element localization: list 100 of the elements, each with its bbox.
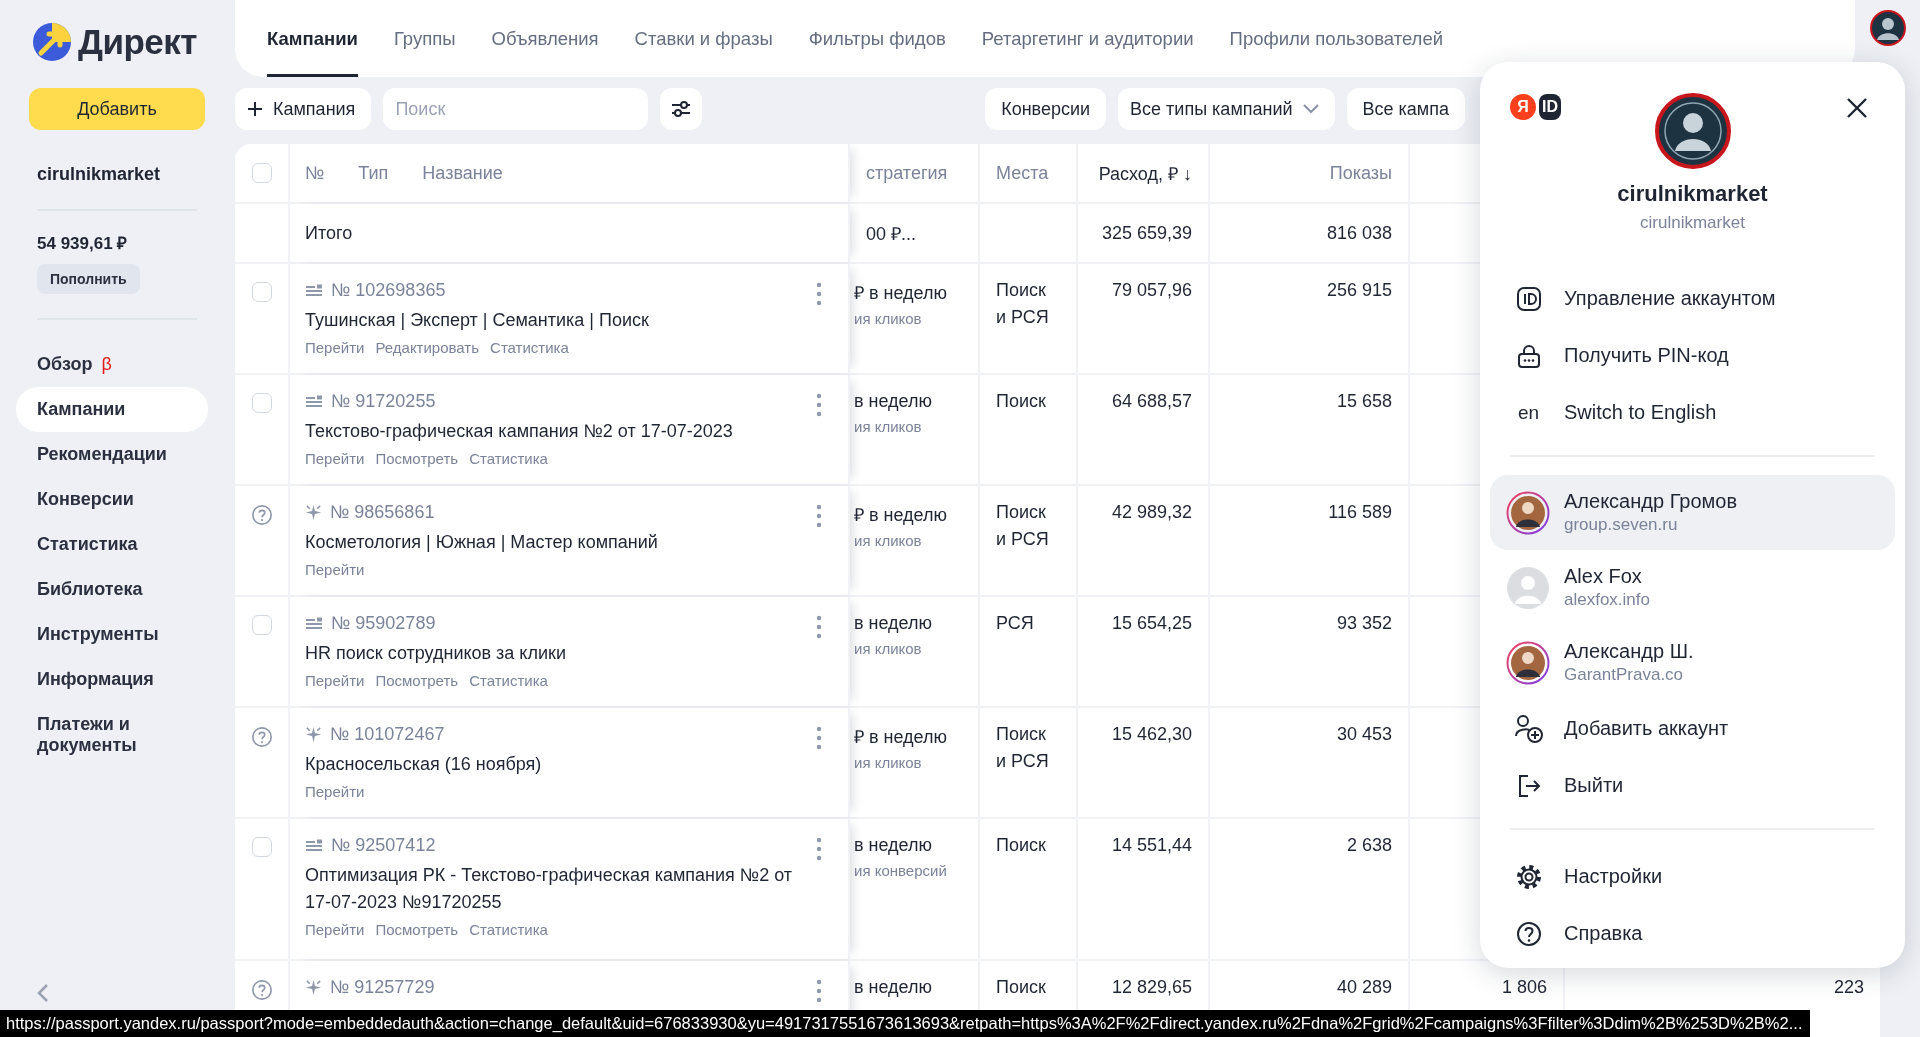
strategy-note: ия кликов: [854, 754, 923, 771]
help-icon[interactable]: [250, 979, 273, 1001]
nav-item[interactable]: Рекомендации: [16, 432, 208, 477]
account-domain: group.seven.ru: [1564, 515, 1679, 535]
add-user-icon: [1514, 713, 1544, 744]
account-name: Александр Ш.: [1564, 640, 1694, 663]
campaign-number: № 91257729: [330, 977, 435, 998]
table-cell-text: 00 ₽...: [866, 223, 918, 245]
table-cell-text: РСЯ: [996, 612, 1035, 635]
nav-item[interactable]: Платежи и документы: [16, 702, 208, 768]
table-cell: 325 659,39: [1101, 222, 1192, 244]
filter-button[interactable]: Все кампа: [1346, 88, 1465, 130]
nav-item[interactable]: Информация: [16, 657, 208, 702]
table-cell-text: Поиск и РСЯ: [996, 279, 1050, 329]
campaign-name: Текстово-графическая кампания №2 от 17-07-2023: [305, 420, 734, 443]
nav-item[interactable]: Конверсии: [16, 477, 208, 522]
checkbox[interactable]: [251, 163, 272, 183]
action-link[interactable]: Посмотреть: [375, 450, 459, 467]
campaign-number: № 98656861: [330, 502, 435, 523]
close-icon[interactable]: [1845, 96, 1869, 120]
action-link[interactable]: Статистика: [469, 921, 548, 938]
action-link[interactable]: Перейти: [305, 450, 365, 467]
table-cell: 12 829,65: [1111, 977, 1192, 998]
add-button[interactable]: Добавить: [29, 88, 205, 130]
menu-item[interactable]: Добавить аккаунт: [1490, 700, 1895, 757]
tab[interactable]: Кампании: [267, 0, 358, 77]
account-item[interactable]: Alex Fox alexfox.info: [1490, 550, 1895, 625]
action-link[interactable]: Статистика: [469, 672, 548, 689]
campaign-name: Красносельская (16 ноября): [305, 753, 543, 776]
campaign-number: № 95902789: [331, 613, 436, 634]
action-link[interactable]: Редактировать: [375, 339, 480, 356]
action-link[interactable]: Статистика: [490, 339, 569, 356]
more-icon[interactable]: [816, 504, 822, 528]
nav-item[interactable]: Инструменты: [16, 612, 208, 657]
more-icon[interactable]: [816, 726, 822, 750]
nav-item[interactable]: Кампании: [16, 387, 208, 432]
campaign-number: № 92507412: [331, 835, 436, 856]
action-link[interactable]: Перейти: [305, 783, 365, 800]
strategy-note: ия кликов: [854, 640, 923, 657]
column-header[interactable]: Расход, ₽ ↓: [1098, 161, 1192, 185]
column-header[interactable]: Тип: [358, 162, 389, 184]
menu-item[interactable]: Управление аккаунтом: [1490, 270, 1895, 327]
menu-item[interactable]: en Switch to English: [1490, 384, 1895, 441]
new-campaign-button[interactable]: Кампания: [235, 88, 372, 130]
text-ad-icon: [305, 394, 323, 409]
nav-item[interactable]: Статистика: [16, 522, 208, 567]
action-link[interactable]: Статистика: [469, 450, 548, 467]
column-header[interactable]: Показы: [1329, 162, 1392, 184]
menu-item[interactable]: Настройки: [1490, 848, 1895, 905]
help-icon[interactable]: [250, 726, 273, 748]
text-ad-icon: [305, 838, 323, 853]
checkbox[interactable]: [251, 393, 272, 413]
account-item[interactable]: Александр Громов group.seven.ru: [1490, 475, 1895, 550]
sparkle-icon: [305, 726, 322, 743]
checkbox[interactable]: [251, 615, 272, 635]
campaign-number: № 101072467: [330, 724, 445, 745]
tab[interactable]: Ретаргетинг и аудитории: [981, 0, 1194, 77]
more-icon[interactable]: [816, 393, 822, 417]
tab[interactable]: Группы: [393, 0, 456, 77]
account-item[interactable]: Александр Ш. GarantPrava.co: [1490, 625, 1895, 700]
filter-button[interactable]: Конверсии: [985, 88, 1107, 130]
action-link[interactable]: Перейти: [305, 672, 365, 689]
column-header[interactable]: Места: [996, 162, 1060, 184]
column-header[interactable]: Название: [422, 162, 503, 184]
tab[interactable]: Профили пользователей: [1229, 0, 1444, 77]
campaign-type-dropdown[interactable]: Все типы кампаний: [1118, 88, 1335, 130]
avatar-icon[interactable]: [1869, 10, 1906, 46]
table-cell: 93 352: [1336, 613, 1392, 634]
action-link[interactable]: Перейти: [305, 339, 365, 356]
language-code: en: [1517, 401, 1541, 424]
table-cell-text: Поиск: [996, 834, 1047, 857]
account-domain: alexfox.info: [1564, 590, 1650, 610]
more-icon[interactable]: [816, 979, 822, 1003]
top-up-button[interactable]: Пополнить: [37, 264, 140, 294]
tab[interactable]: Объявления: [491, 0, 599, 77]
more-icon[interactable]: [816, 282, 822, 306]
checkbox[interactable]: [251, 282, 272, 302]
menu-item[interactable]: Выйти: [1490, 757, 1895, 814]
nav-item[interactable]: Библиотека: [16, 567, 208, 612]
action-link[interactable]: Посмотреть: [375, 921, 459, 938]
filter-settings-button[interactable]: [660, 88, 703, 130]
column-header[interactable]: стратегия: [866, 162, 962, 184]
user-name: cirulnikmarket: [1617, 181, 1768, 207]
more-icon[interactable]: [816, 837, 822, 861]
sparkle-icon: [305, 504, 322, 521]
tab[interactable]: Фильтры фидов: [808, 0, 946, 77]
action-link[interactable]: Перейти: [305, 561, 365, 578]
nav-item[interactable]: Обзор β: [16, 342, 208, 387]
search-field[interactable]: Поиск: [383, 88, 649, 130]
menu-item[interactable]: Справка: [1490, 905, 1895, 962]
menu-item[interactable]: Получить PIN-код: [1490, 327, 1895, 384]
more-icon[interactable]: [816, 615, 822, 639]
chevron-icon[interactable]: [37, 983, 49, 1003]
action-link[interactable]: Посмотреть: [375, 672, 459, 689]
checkbox[interactable]: [251, 837, 272, 857]
table-cell: 15 658: [1336, 391, 1392, 412]
help-icon[interactable]: [250, 504, 273, 526]
column-header[interactable]: №: [305, 162, 325, 184]
action-link[interactable]: Перейти: [305, 921, 365, 938]
tab[interactable]: Ставки и фразы: [634, 0, 773, 77]
